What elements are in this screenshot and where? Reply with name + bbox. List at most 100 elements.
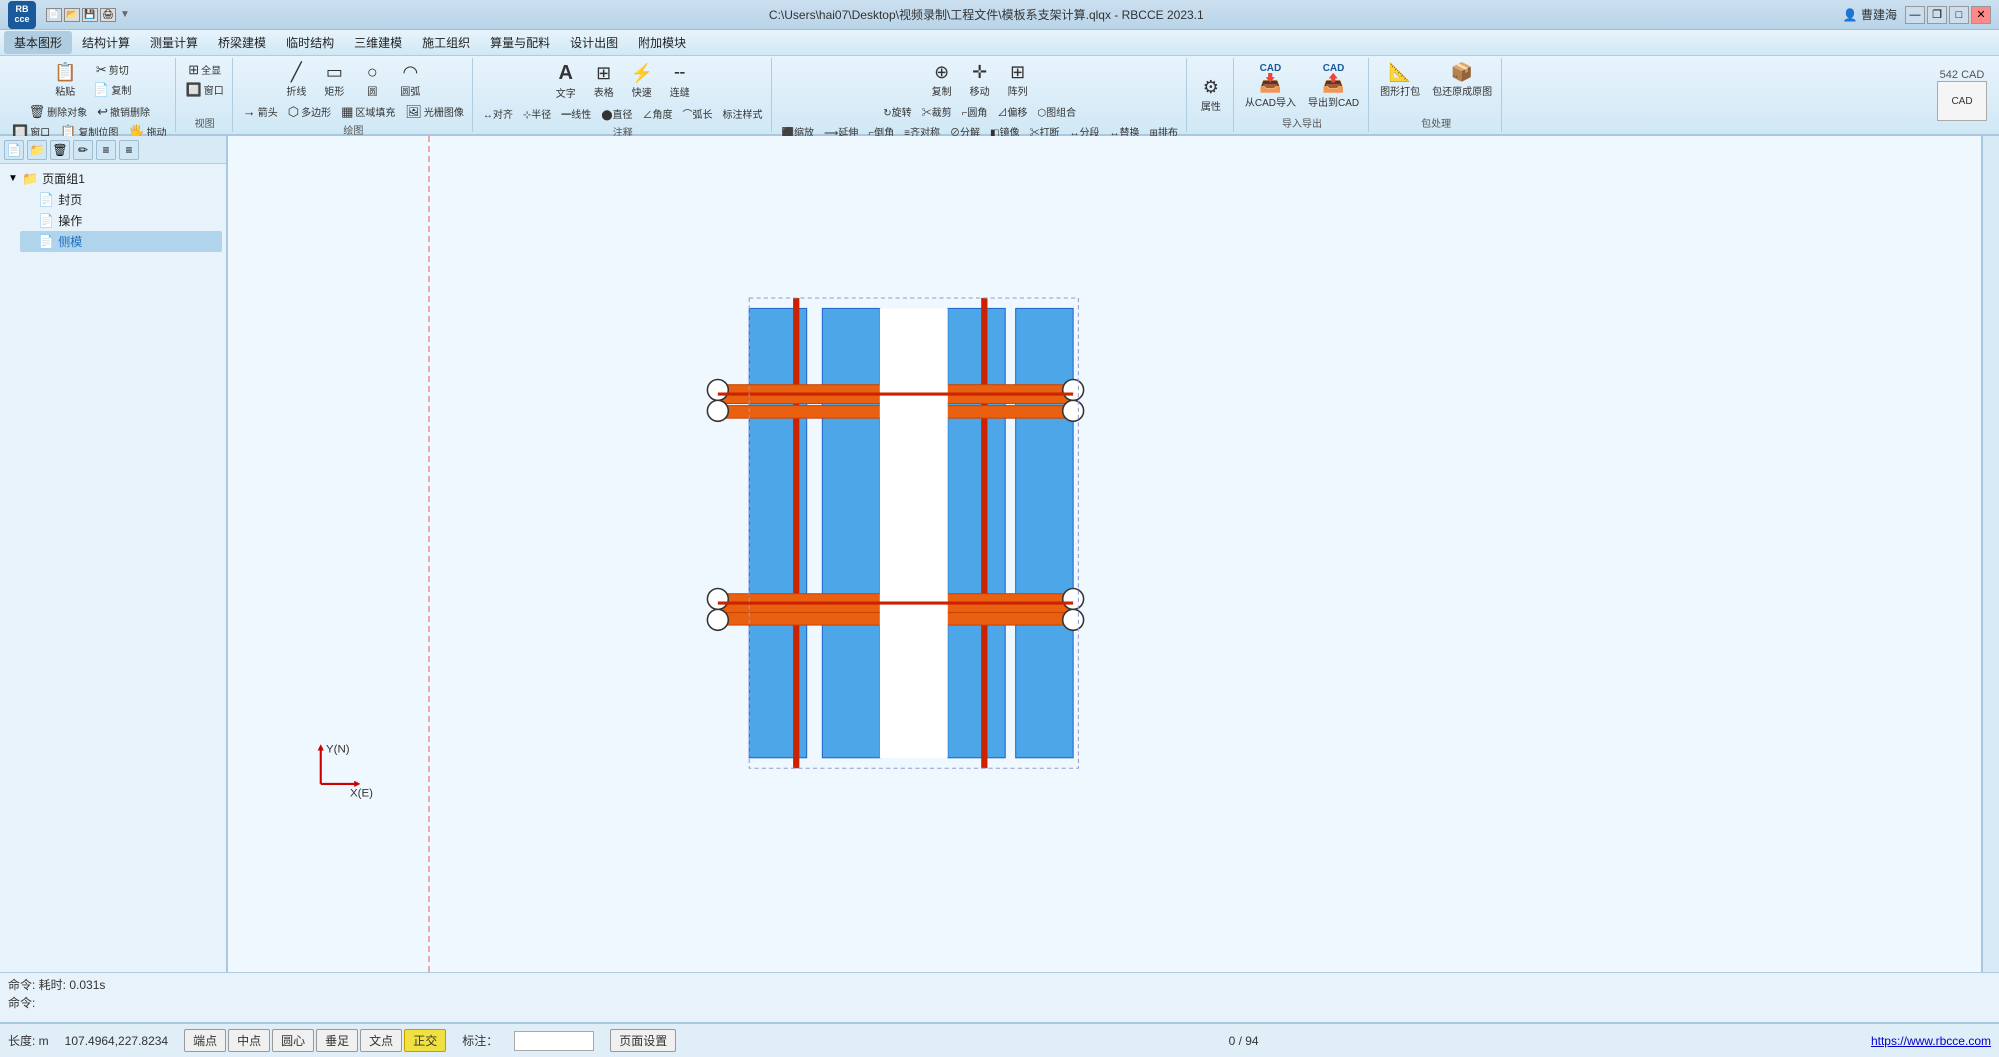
unpack-btn[interactable]: 📦 包还原成原图 bbox=[1427, 60, 1497, 101]
polyline-btn[interactable]: ╱ 折线 bbox=[278, 60, 314, 101]
snap-endpoint[interactable]: 端点 bbox=[184, 1029, 226, 1052]
save-btn[interactable]: 💾 bbox=[82, 8, 98, 22]
cut-btn[interactable]: ✂剪切 bbox=[89, 60, 135, 79]
arclength-btn[interactable]: ⌒弧长 bbox=[679, 104, 717, 123]
handle-ll-1[interactable] bbox=[707, 588, 728, 609]
snap-perpendicular[interactable]: 垂足 bbox=[316, 1029, 358, 1052]
handle-ul-1[interactable] bbox=[707, 379, 728, 400]
align-dim-btn[interactable]: ↔对齐 bbox=[479, 104, 517, 123]
to-cad-btn[interactable]: CAD 📤 导出到CAD bbox=[1303, 60, 1364, 112]
cut-icon: ✂ bbox=[96, 63, 107, 76]
copy-modify-btn[interactable]: ⊕ 复制 bbox=[924, 60, 960, 101]
snap-textpoint[interactable]: 文点 bbox=[360, 1029, 402, 1052]
menu-addons[interactable]: 附加模块 bbox=[628, 31, 696, 54]
undo-icon: ↩ bbox=[97, 105, 108, 118]
handle-ur-2[interactable] bbox=[1063, 400, 1084, 421]
menu-basic-shapes[interactable]: 基本图形 bbox=[4, 31, 72, 54]
annotation-input[interactable] bbox=[514, 1031, 594, 1051]
snap-ortho[interactable]: 正交 bbox=[404, 1029, 446, 1052]
menu-bridge[interactable]: 桥梁建模 bbox=[208, 31, 276, 54]
text-btn[interactable]: A 文字 bbox=[548, 60, 584, 103]
menu-quantity[interactable]: 算量与配料 bbox=[480, 31, 560, 54]
menu-3d[interactable]: 三维建模 bbox=[344, 31, 412, 54]
lp-align-left-btn[interactable]: ≡ bbox=[96, 140, 116, 160]
seam-btn[interactable]: ╌ 连缝 bbox=[662, 60, 698, 103]
menu-measure[interactable]: 测量计算 bbox=[140, 31, 208, 54]
right-column-1 bbox=[948, 308, 1005, 757]
menu-design[interactable]: 设计出图 bbox=[560, 31, 628, 54]
array-btn[interactable]: ⊞ 阵列 bbox=[1000, 60, 1036, 101]
from-cad-btn[interactable]: CAD 📥 从CAD导入 bbox=[1240, 60, 1301, 112]
snap-center[interactable]: 圆心 bbox=[272, 1029, 314, 1052]
website-link[interactable]: https://www.rbcce.com bbox=[1871, 1034, 1991, 1048]
delete-obj-btn[interactable]: 🗑删除对象 bbox=[25, 102, 92, 121]
lp-folder-btn[interactable]: 📁 bbox=[27, 140, 47, 160]
handle-lr-2[interactable] bbox=[1063, 609, 1084, 630]
angle-btn[interactable]: ∠角度 bbox=[639, 104, 677, 123]
table-btn[interactable]: ⊞ 表格 bbox=[586, 60, 622, 103]
handle-ll-2[interactable] bbox=[707, 609, 728, 630]
undo-delete-btn[interactable]: ↩撤销删除 bbox=[93, 102, 154, 121]
diameter-btn[interactable]: ⬤直径 bbox=[597, 104, 636, 123]
close-btn[interactable]: ✕ bbox=[1971, 6, 1991, 24]
tree-root[interactable]: ▼ 📁 页面组1 bbox=[4, 168, 222, 189]
quick-btn[interactable]: ⚡ 快速 bbox=[624, 60, 660, 103]
handle-lr-1[interactable] bbox=[1063, 588, 1084, 609]
toolbar-group-annotation: A 文字 ⊞ 表格 ⚡ 快速 ╌ 连缝 ↔对齐 ⊹半径 ━线性 ⬤直径 ∠角度 … bbox=[475, 58, 772, 132]
tree-folder-icon: 📁 bbox=[22, 171, 38, 187]
winview-btn[interactable]: 🔲窗口 bbox=[182, 80, 228, 99]
print-btn[interactable]: 🖨 bbox=[100, 8, 116, 22]
tree-children: 📄 封页 📄 操作 📄 侧模 bbox=[4, 189, 222, 252]
menu-temp-structure[interactable]: 临时结构 bbox=[276, 31, 344, 54]
tree-page-icon-3: 📄 bbox=[38, 234, 54, 250]
dim-style-btn[interactable]: 标注样式 bbox=[719, 104, 767, 123]
maximize-btn[interactable]: □ bbox=[1949, 6, 1969, 24]
arc-btn[interactable]: ◠ 圆弧 bbox=[392, 60, 428, 101]
group-btn[interactable]: ⬡图组合 bbox=[1033, 102, 1080, 121]
menu-construction[interactable]: 施工组织 bbox=[412, 31, 480, 54]
trim-btn[interactable]: ✂裁剪 bbox=[918, 102, 956, 121]
lp-delete-btn[interactable]: 🗑 bbox=[50, 140, 70, 160]
copy-btn[interactable]: 📄复制 bbox=[89, 80, 135, 99]
quick-access-arrow[interactable]: ▼ bbox=[120, 9, 130, 20]
lp-edit-btn[interactable]: ✏ bbox=[73, 140, 93, 160]
tree-item-cover[interactable]: 📄 封页 bbox=[20, 189, 222, 210]
linear-btn[interactable]: ━线性 bbox=[557, 104, 595, 123]
circle-icon: ○ bbox=[367, 63, 378, 81]
tree-item-operation[interactable]: 📄 操作 bbox=[20, 210, 222, 231]
fill-btn[interactable]: ▦区域填充 bbox=[337, 102, 399, 121]
circle-btn[interactable]: ○ 圆 bbox=[354, 60, 390, 101]
restore-btn[interactable]: ❐ bbox=[1927, 6, 1947, 24]
tree-page-icon-1: 📄 bbox=[38, 192, 54, 208]
fullview-btn[interactable]: ⊞全显 bbox=[184, 60, 225, 79]
menu-structural[interactable]: 结构计算 bbox=[72, 31, 140, 54]
cmd-input-field[interactable] bbox=[39, 996, 239, 1010]
move-btn[interactable]: ✛ 移动 bbox=[962, 60, 998, 101]
minimize-btn[interactable]: — bbox=[1905, 6, 1925, 24]
radius-btn[interactable]: ⊹半径 bbox=[519, 104, 555, 123]
counter-display: 0 / 94 bbox=[1229, 1034, 1259, 1048]
canvas-area[interactable]: Y(N) X(E) bbox=[228, 136, 1981, 972]
polygon-btn[interactable]: ⬡多边形 bbox=[284, 102, 335, 121]
lp-new-btn[interactable]: 📄 bbox=[4, 140, 24, 160]
offset-btn[interactable]: ⊿偏移 bbox=[993, 102, 1031, 121]
toolbar-group-property: ⚙ 属性 bbox=[1189, 58, 1234, 132]
tree-expand-icon[interactable]: ▼ bbox=[8, 173, 22, 184]
raster-btn[interactable]: 🖼光栅图像 bbox=[401, 102, 468, 121]
open-btn[interactable]: 📂 bbox=[64, 8, 80, 22]
handle-ul-2[interactable] bbox=[707, 400, 728, 421]
right-scroll-panel bbox=[1981, 136, 1999, 972]
rect-btn[interactable]: ▭ 矩形 bbox=[316, 60, 352, 101]
new-file-btn[interactable]: 📄 bbox=[46, 8, 62, 22]
arrow-btn[interactable]: →箭头 bbox=[239, 102, 282, 121]
fillet-btn[interactable]: ⌐圆角 bbox=[958, 102, 992, 121]
page-settings-btn[interactable]: 页面设置 bbox=[610, 1029, 676, 1052]
lp-align-right-btn[interactable]: ≡ bbox=[119, 140, 139, 160]
property-btn[interactable]: ⚙ 属性 bbox=[1193, 60, 1229, 130]
snap-midpoint[interactable]: 中点 bbox=[228, 1029, 270, 1052]
handle-ur-1[interactable] bbox=[1063, 379, 1084, 400]
paste-btn[interactable]: 📋 粘贴 bbox=[43, 60, 87, 101]
pack-shapes-btn[interactable]: 📐 图形打包 bbox=[1375, 60, 1425, 101]
rotate-btn[interactable]: ↻旋转 bbox=[879, 102, 915, 121]
tree-item-sideform[interactable]: 📄 侧模 bbox=[20, 231, 222, 252]
